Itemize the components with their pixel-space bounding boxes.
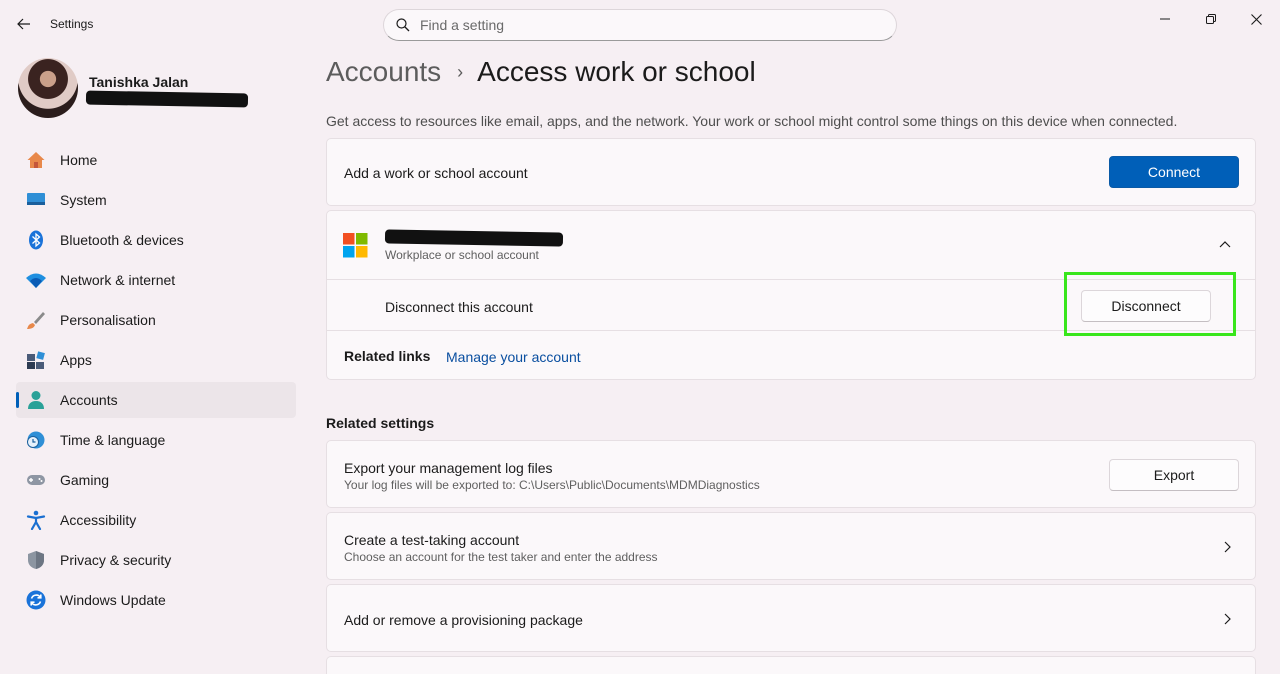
search-box[interactable] bbox=[383, 9, 897, 41]
connect-button[interactable]: Connect bbox=[1109, 156, 1239, 188]
sidebar-item-label: Gaming bbox=[60, 472, 110, 488]
account-type: Workplace or school account bbox=[385, 248, 539, 262]
chevron-right-icon: › bbox=[457, 61, 464, 82]
globe-clock-icon bbox=[27, 431, 45, 449]
test-account-card[interactable]: Create a test-taking account Choose an a… bbox=[326, 512, 1256, 580]
sidebar-item-label: Home bbox=[60, 152, 98, 168]
sidebar-item-label: Windows Update bbox=[60, 592, 166, 608]
test-account-label: Create a test-taking account bbox=[344, 532, 520, 548]
active-indicator bbox=[16, 392, 19, 408]
provisioning-label: Add or remove a provisioning package bbox=[344, 612, 583, 628]
export-logs-path: Your log files will be exported to: C:\U… bbox=[344, 478, 760, 492]
wifi-icon bbox=[26, 273, 46, 288]
sidebar-item-privacy-security[interactable]: Privacy & security bbox=[16, 542, 296, 578]
page-title: Access work or school bbox=[477, 56, 756, 87]
export-logs-card: Export your management log files Your lo… bbox=[326, 440, 1256, 508]
shield-icon bbox=[28, 551, 44, 569]
accessibility-icon bbox=[26, 510, 46, 530]
sidebar-item-label: Personalisation bbox=[60, 312, 156, 328]
sidebar-item-label: Bluetooth & devices bbox=[60, 232, 184, 248]
brush-icon bbox=[27, 312, 45, 329]
sidebar-item-label: Accounts bbox=[60, 392, 118, 408]
close-button[interactable] bbox=[1233, 4, 1279, 34]
export-button[interactable]: Export bbox=[1109, 459, 1239, 491]
test-account-sub: Choose an account for the test taker and… bbox=[344, 550, 658, 564]
breadcrumb: Accounts › Access work or school bbox=[326, 56, 756, 88]
sidebar-item-windows-update[interactable]: Windows Update bbox=[16, 582, 296, 618]
sidebar-item-label: Network & internet bbox=[60, 272, 176, 288]
sidebar-item-home[interactable]: Home bbox=[16, 142, 296, 178]
bluetooth-icon bbox=[29, 230, 43, 250]
sidebar-item-accounts[interactable]: Accounts bbox=[16, 382, 296, 418]
sidebar-item-apps[interactable]: Apps bbox=[16, 342, 296, 378]
sidebar-item-label: Privacy & security bbox=[60, 552, 172, 568]
close-icon bbox=[1250, 13, 1262, 25]
disconnect-label: Disconnect this account bbox=[385, 299, 533, 315]
minimize-button[interactable] bbox=[1142, 4, 1188, 34]
system-icon bbox=[27, 193, 45, 205]
add-account-label: Add a work or school account bbox=[344, 165, 528, 181]
sidebar-item-gaming[interactable]: Gaming bbox=[16, 462, 296, 498]
breadcrumb-parent-link[interactable]: Accounts bbox=[326, 56, 441, 88]
redacted-account-email bbox=[384, 229, 564, 247]
apps-icon bbox=[27, 351, 45, 369]
search-icon bbox=[396, 18, 410, 32]
export-logs-label: Export your management log files bbox=[344, 460, 553, 476]
sidebar-item-label: Apps bbox=[60, 352, 92, 368]
related-links-label: Related links bbox=[344, 348, 431, 364]
account-header[interactable]: Workplace or school account bbox=[327, 211, 1255, 279]
sidebar-item-time-language[interactable]: Time & language bbox=[16, 422, 296, 458]
home-icon bbox=[27, 152, 45, 168]
sidebar-nav: Home System Bluetooth & devices Network … bbox=[16, 142, 296, 622]
redacted-email bbox=[85, 90, 249, 108]
chevron-right-icon bbox=[1224, 613, 1231, 625]
chevron-right-icon bbox=[1224, 541, 1231, 553]
sidebar-item-label: System bbox=[60, 192, 107, 208]
manage-account-link[interactable]: Manage your account bbox=[446, 349, 581, 365]
avatar bbox=[18, 58, 78, 118]
gamepad-icon bbox=[27, 475, 45, 485]
restore-icon bbox=[1206, 14, 1216, 24]
update-icon bbox=[26, 590, 46, 610]
next-card-partial[interactable] bbox=[326, 656, 1256, 674]
title-bar: Settings bbox=[0, 0, 1280, 48]
search-input[interactable] bbox=[420, 17, 860, 33]
sidebar-item-network[interactable]: Network & internet bbox=[16, 262, 296, 298]
app-title: Settings bbox=[50, 17, 94, 31]
accounts-icon bbox=[28, 391, 44, 409]
sidebar-item-label: Time & language bbox=[60, 432, 166, 448]
sidebar-item-personalisation[interactable]: Personalisation bbox=[16, 302, 296, 338]
restore-button[interactable] bbox=[1188, 4, 1234, 34]
page-description: Get access to resources like email, apps… bbox=[326, 113, 1178, 129]
add-account-card: Add a work or school account Connect bbox=[326, 138, 1256, 206]
sidebar-item-accessibility[interactable]: Accessibility bbox=[16, 502, 296, 538]
back-button[interactable] bbox=[12, 12, 36, 36]
provisioning-card[interactable]: Add or remove a provisioning package bbox=[326, 584, 1256, 652]
sidebar-item-bluetooth[interactable]: Bluetooth & devices bbox=[16, 222, 296, 258]
sidebar-item-system[interactable]: System bbox=[16, 182, 296, 218]
sidebar-item-label: Accessibility bbox=[60, 512, 137, 528]
minimize-icon bbox=[1160, 18, 1170, 20]
chevron-up-icon[interactable] bbox=[1219, 240, 1231, 248]
microsoft-logo-icon bbox=[343, 233, 368, 258]
back-arrow-icon bbox=[17, 18, 30, 30]
highlight-box bbox=[1064, 272, 1236, 336]
profile-name: Tanishka Jalan bbox=[89, 74, 189, 90]
related-settings-title: Related settings bbox=[326, 415, 435, 431]
